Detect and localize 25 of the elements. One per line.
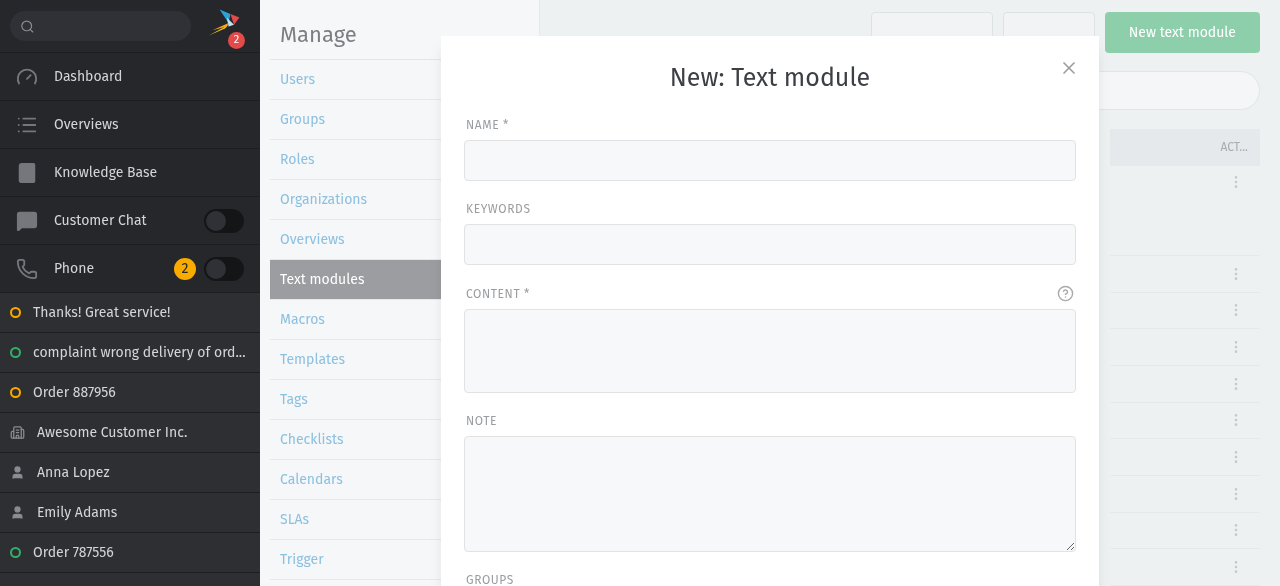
column-header: ACT... bbox=[1220, 139, 1248, 156]
book-icon bbox=[16, 161, 38, 184]
field-label: NAME * bbox=[466, 117, 509, 133]
modal-title: New: Text module bbox=[669, 66, 871, 91]
text-field[interactable] bbox=[464, 140, 1076, 181]
field-label: KEYWORDS bbox=[466, 201, 531, 217]
person-icon bbox=[10, 465, 25, 480]
nav-item[interactable]: Customer Chat bbox=[0, 197, 260, 245]
building-icon bbox=[10, 425, 25, 440]
field-label: CONTENT * bbox=[466, 285, 530, 302]
textarea-field[interactable] bbox=[464, 436, 1076, 552]
toggle-switch[interactable] bbox=[204, 256, 244, 281]
notification-badge: 2 bbox=[228, 32, 245, 49]
primary-button[interactable]: New text module bbox=[1104, 12, 1260, 53]
rich-text-field[interactable] bbox=[464, 309, 1076, 393]
search-icon bbox=[20, 17, 35, 35]
toggle-switch[interactable] bbox=[204, 208, 244, 233]
person-icon bbox=[10, 505, 25, 520]
search-field[interactable] bbox=[10, 11, 191, 41]
text-field[interactable] bbox=[464, 224, 1076, 265]
chat-bubble-icon bbox=[16, 209, 38, 232]
count-badge: 2 bbox=[174, 257, 196, 280]
phone-icon bbox=[16, 257, 38, 280]
nav-item[interactable]: Knowledge Base bbox=[0, 149, 260, 197]
help-icon[interactable] bbox=[1057, 285, 1074, 302]
